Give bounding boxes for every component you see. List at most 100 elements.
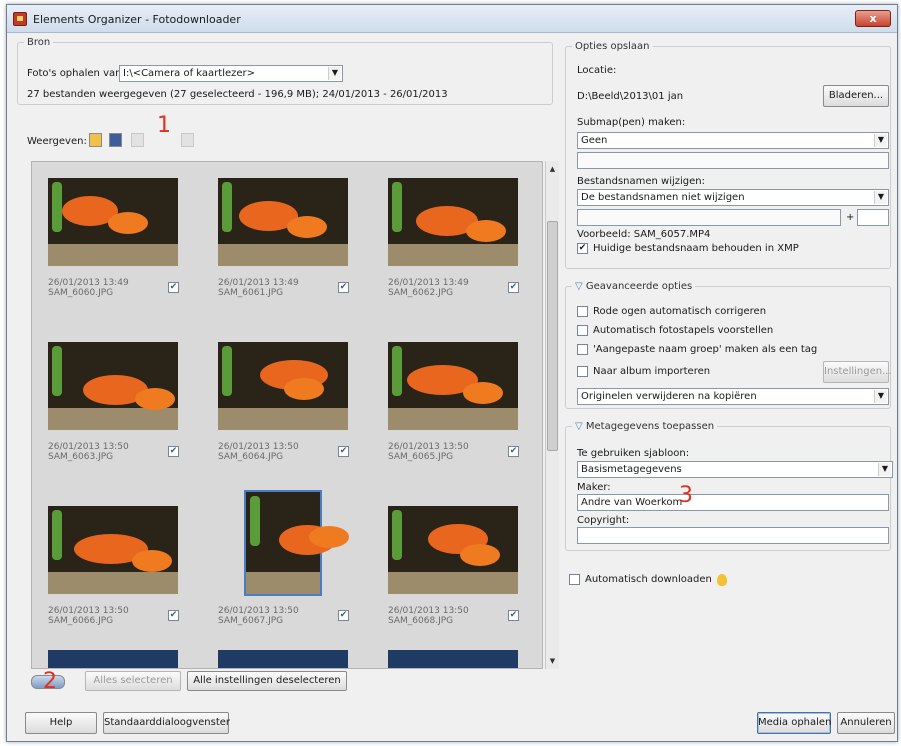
browse-button[interactable]: Bladeren... (823, 85, 889, 107)
goldfish-photo[interactable] (48, 342, 178, 430)
grid-scrollbar[interactable]: ▲ ▼ (545, 161, 559, 669)
photo-thumbnail[interactable]: 26/01/2013 13:50 SAM_6066.JPG ✔ (48, 506, 208, 656)
thumbnail-date: 26/01/2013 13:50 (48, 606, 129, 616)
previous-icon[interactable] (131, 133, 144, 147)
photo-thumbnail-partial[interactable] (218, 650, 348, 668)
rotate-icon[interactable] (181, 133, 194, 147)
subfolder-select[interactable]: Geen ▼ (577, 132, 889, 149)
author-label: Maker: (577, 482, 611, 493)
grid-view-icon[interactable] (109, 133, 122, 147)
source-legend: Bron (27, 37, 51, 48)
scroll-down-icon[interactable]: ▼ (547, 655, 558, 667)
auto-download-checkbox[interactable] (569, 574, 580, 585)
keep-name-label: Huidige bestandsnaam behouden in XMP (593, 243, 799, 254)
thumbnail-checkbox[interactable]: ✔ (338, 610, 349, 621)
thumbnail-checkbox[interactable]: ✔ (508, 282, 519, 293)
red-eye-checkbox[interactable] (577, 306, 588, 317)
cancel-button[interactable]: Annuleren (837, 712, 895, 734)
view-label: Weergeven: (27, 136, 87, 147)
photo-thumbnail[interactable]: 26/01/2013 13:50 SAM_6064.JPG ✔ (218, 342, 378, 492)
rename-number-field[interactable] (857, 209, 889, 226)
thumbnail-date: 26/01/2013 13:49 (218, 278, 299, 288)
photo-thumbnail-partial[interactable] (48, 650, 178, 668)
copyright-field[interactable] (577, 527, 889, 544)
goldfish-photo[interactable] (48, 178, 178, 266)
photo-thumbnail[interactable]: 26/01/2013 13:49 SAM_6061.JPG ✔ (218, 178, 378, 328)
scroll-up-icon[interactable]: ▲ (547, 163, 558, 175)
standard-dialog-button[interactable]: Standaarddialoogvenster (103, 712, 230, 734)
photo-thumbnail-partial[interactable] (388, 650, 518, 668)
save-options-legend: Opties opslaan (575, 41, 650, 52)
photo-thumbnail[interactable]: 26/01/2013 13:49 SAM_6060.JPG ✔ (48, 178, 208, 328)
goldfish-photo[interactable] (218, 178, 348, 266)
thumbnail-checkbox[interactable]: ✔ (338, 282, 349, 293)
get-media-button[interactable]: Media ophalen (757, 712, 831, 734)
select-all-button[interactable]: Alles selecteren (85, 671, 181, 691)
expand-triangle-icon[interactable]: ▽ (575, 421, 586, 432)
subfolder-label: Submap(pen) maken: (577, 117, 686, 128)
help-button[interactable]: Help (25, 712, 97, 734)
stacks-checkbox[interactable] (577, 325, 588, 336)
source-device-select[interactable]: I:\<Camera of kaartlezer> ▼ (119, 65, 343, 82)
thumbnail-filename: SAM_6067.JPG (218, 616, 284, 626)
title-bar: Elements Organizer - Fotodownloader x (7, 5, 897, 33)
scroll-thumb[interactable] (547, 221, 558, 451)
close-button[interactable]: x (855, 10, 891, 27)
location-label: Locatie: (577, 65, 617, 76)
keep-name-checkbox[interactable]: ✔ (577, 243, 588, 254)
photo-thumbnail[interactable]: 26/01/2013 13:49 SAM_6062.JPG ✔ (388, 178, 542, 328)
photo-thumbnail[interactable]: 26/01/2013 13:50 SAM_6065.JPG ✔ (388, 342, 542, 492)
rename-label: Bestandsnamen wijzigen: (577, 176, 706, 187)
chevron-down-icon: ▼ (878, 463, 891, 476)
metadata-legend: ▽ Metagegevens toepassen (572, 421, 717, 432)
thumbnail-checkbox[interactable]: ✔ (168, 282, 179, 293)
rename-prefix-field[interactable] (577, 209, 841, 226)
source-device-value: I:\<Camera of kaartlezer> (123, 68, 256, 79)
thumbnail-filename: SAM_6060.JPG (48, 288, 114, 298)
advanced-options-legend: ▽ Geavanceerde opties (572, 281, 695, 292)
thumbnail-checkbox[interactable]: ✔ (168, 610, 179, 621)
red-eye-label: Rode ogen automatisch corrigeren (593, 306, 767, 317)
subfolder-custom-field[interactable] (577, 152, 889, 169)
thumbnail-checkbox[interactable]: ✔ (508, 446, 519, 457)
goldfish-photo[interactable] (48, 506, 178, 594)
after-copy-select[interactable]: Originelen verwijderen na kopiëren ▼ (577, 388, 889, 405)
thumbnail-grid: 26/01/2013 13:49 SAM_6060.JPG ✔ 26/01/2013 … (31, 161, 543, 669)
template-select[interactable]: Basismetagegevens ▼ (577, 461, 893, 478)
deselect-all-button[interactable]: Alle instellingen deselecteren (187, 671, 347, 691)
goldfish-photo[interactable] (218, 342, 348, 430)
goldfish-photo[interactable] (388, 178, 518, 266)
goldfish-photo[interactable] (388, 342, 518, 430)
annotation-number-3: 3 (679, 483, 693, 508)
source-summary: 27 bestanden weergegeven (27 geselecteer… (27, 89, 448, 100)
author-field[interactable]: Andre van Woerkom (577, 494, 889, 511)
rename-example: Voorbeeld: SAM_6057.MP4 (577, 229, 711, 240)
photo-thumbnail[interactable]: 26/01/2013 13:50 SAM_6068.JPG ✔ (388, 506, 542, 656)
import-album-checkbox[interactable] (577, 366, 588, 377)
advanced-options-title: Geavanceerde opties (585, 281, 693, 292)
annotation-number-1: 1 (157, 113, 171, 138)
thumbnail-checkbox[interactable]: ✔ (168, 446, 179, 457)
metadata-title: Metagegevens toepassen (585, 421, 715, 432)
thumbnail-filename: SAM_6063.JPG (48, 452, 114, 462)
photo-thumbnail[interactable]: 26/01/2013 13:50 SAM_6067.JPG ✔ (218, 490, 378, 656)
custom-group-tag-checkbox[interactable] (577, 344, 588, 355)
expand-triangle-icon[interactable]: ▽ (575, 281, 586, 292)
goldfish-photo[interactable] (244, 490, 349, 596)
album-settings-button[interactable]: Instellingen... (823, 361, 892, 383)
lightbulb-icon[interactable] (717, 574, 727, 586)
copyright-label: Copyright: (577, 515, 630, 526)
subfolder-value: Geen (581, 135, 608, 146)
goldfish-photo[interactable] (388, 506, 518, 594)
thumbnail-checkbox[interactable]: ✔ (508, 610, 519, 621)
get-from-label: Foto's ophalen van: (27, 68, 125, 79)
dialog-window: Elements Organizer - Fotodownloader x Br… (6, 4, 898, 742)
photo-thumbnail[interactable]: 26/01/2013 13:50 SAM_6063.JPG ✔ (48, 342, 208, 492)
thumbnail-date: 26/01/2013 13:50 (388, 442, 469, 452)
thumbnail-filename: SAM_6062.JPG (388, 288, 454, 298)
thumbnail-date: 26/01/2013 13:50 (218, 606, 299, 616)
rename-select[interactable]: De bestandsnamen niet wijzigen ▼ (577, 189, 889, 206)
thumbnail-view-icon[interactable] (89, 133, 102, 147)
annotation-number-2: 2 (43, 669, 57, 694)
thumbnail-checkbox[interactable]: ✔ (338, 446, 349, 457)
